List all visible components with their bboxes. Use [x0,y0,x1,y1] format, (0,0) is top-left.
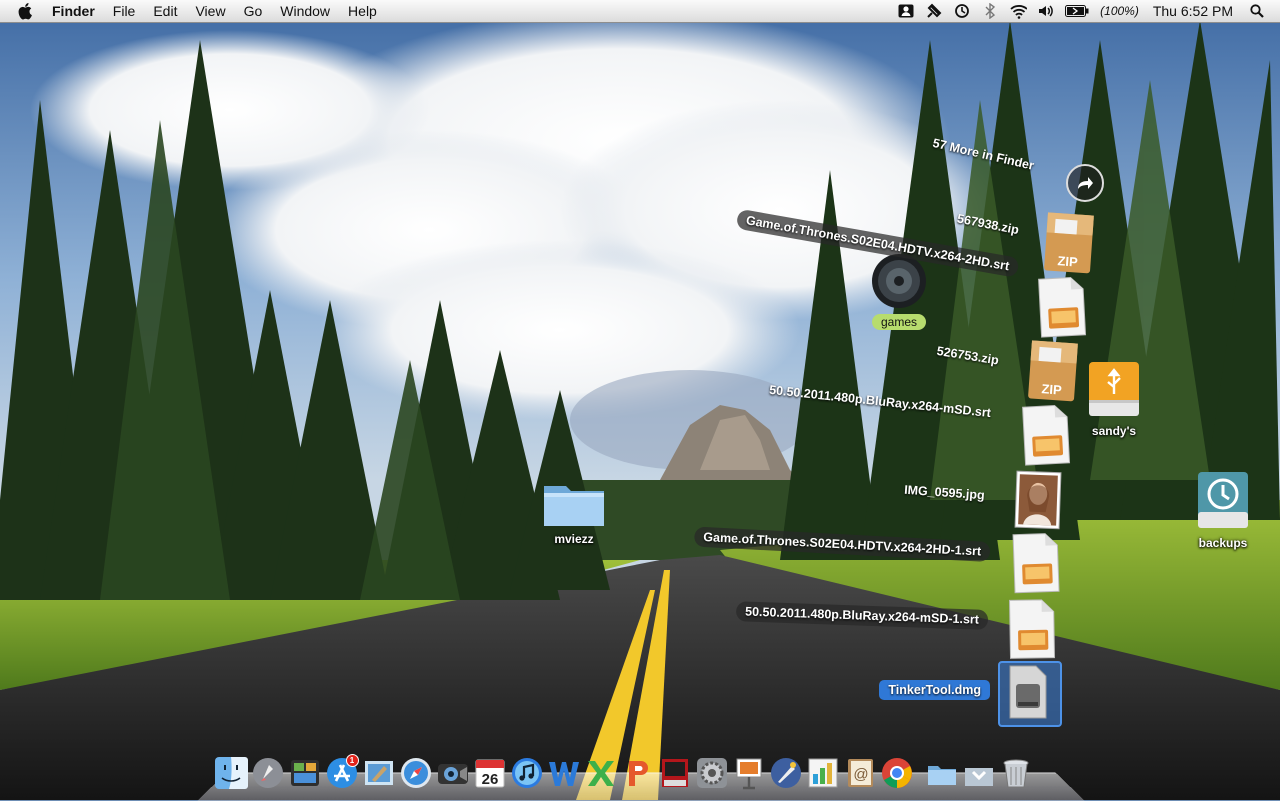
calendar-day: 26 [481,771,498,788]
dock-chrome-icon[interactable] [878,754,916,792]
dock-powerpoint-icon[interactable] [619,754,657,792]
dock-app-store-icon[interactable]: 1 [323,754,361,792]
desktop-drive-label: sandy's [1091,424,1137,438]
dock: 1 26 @ [212,748,1034,792]
menu-bar: Finder File Edit View Go Window Help (10… [0,0,1280,23]
battery-icon[interactable] [1065,3,1089,19]
dock-documents-stack-icon[interactable] [923,754,961,792]
disk-image-icon[interactable] [1004,664,1056,724]
document-icon[interactable] [1034,275,1089,338]
stack-item-label-selected: TinkerTool.dmg [879,680,990,700]
dock-system-preferences-icon[interactable] [693,754,731,792]
dock-excel-icon[interactable] [582,754,620,792]
dock-numbers-icon[interactable] [804,754,842,792]
wifi-icon[interactable] [1009,3,1028,19]
dock-keynote-icon[interactable] [730,754,768,792]
svg-text:@: @ [853,766,868,783]
dock-launchpad-icon[interactable] [249,754,287,792]
spotlight-search-icon[interactable] [1248,3,1266,19]
dock-facetime-icon[interactable] [434,754,472,792]
time-machine-drive-icon [1198,472,1248,528]
dock-dashboard-icon[interactable] [286,754,324,792]
desktop-item-games[interactable]: games [864,252,934,330]
desktop-folder-mviezz[interactable]: mviezz [538,478,610,546]
status-menus: (100%) Thu 6:52 PM [892,0,1280,22]
desktop-drive-label: backups [1198,536,1248,550]
user-icon[interactable] [897,3,915,19]
menu-edit[interactable]: Edit [144,3,186,19]
stack-item-tinkertool-dmg[interactable]: TinkerTool.dmg [879,680,990,700]
dock-finder-icon[interactable] [212,754,250,792]
desktop-drive-sandys[interactable]: sandy's [1082,360,1146,438]
dock-safari-icon[interactable] [397,754,435,792]
volume-icon[interactable] [1037,3,1055,19]
menu-go[interactable]: Go [235,3,272,19]
dock-photo-booth-icon[interactable] [656,754,694,792]
open-in-finder-arrow-icon[interactable] [1066,164,1104,202]
dock-pixelmator-icon[interactable] [767,754,805,792]
menu-help[interactable]: Help [339,3,386,19]
dock-mail-icon[interactable] [360,754,398,792]
battery-percentage: (100%) [1100,4,1139,18]
dock-address-book-icon[interactable]: @ [841,754,879,792]
document-icon[interactable] [1009,531,1063,594]
usb-drive-icon [1089,362,1139,416]
photo-icon[interactable] [1013,469,1067,531]
folder-icon [544,486,604,526]
menu-window[interactable]: Window [271,3,339,19]
desktop-item-label-games: games [871,314,927,330]
desktop-folder-label: mviezz [554,532,594,546]
zip-icon[interactable]: ZIP [1026,338,1082,402]
desktop-drive-backups[interactable]: backups [1188,470,1258,550]
satellite-icon[interactable] [925,3,943,19]
menu-file[interactable]: File [104,3,145,19]
dock-itunes-icon[interactable] [508,754,546,792]
zip-text: ZIP [1057,253,1079,269]
menubar-clock[interactable]: Thu 6:52 PM [1153,3,1233,19]
document-icon[interactable] [1018,403,1073,466]
dock-trash-icon[interactable] [997,754,1035,792]
dock-calendar-icon[interactable]: 26 [471,754,509,792]
dock-word-icon[interactable] [545,754,583,792]
menu-view[interactable]: View [186,3,234,19]
bluetooth-icon[interactable] [981,3,999,19]
app-store-badge: 1 [345,754,359,767]
document-icon[interactable] [1005,598,1058,659]
menu-app-finder[interactable]: Finder [44,3,104,19]
dock-downloads-stack-icon[interactable] [960,754,998,792]
zip-text: ZIP [1041,381,1063,397]
apple-menu-icon[interactable] [18,2,36,20]
time-machine-icon[interactable] [953,3,971,19]
zip-icon[interactable]: ZIP [1042,210,1098,274]
